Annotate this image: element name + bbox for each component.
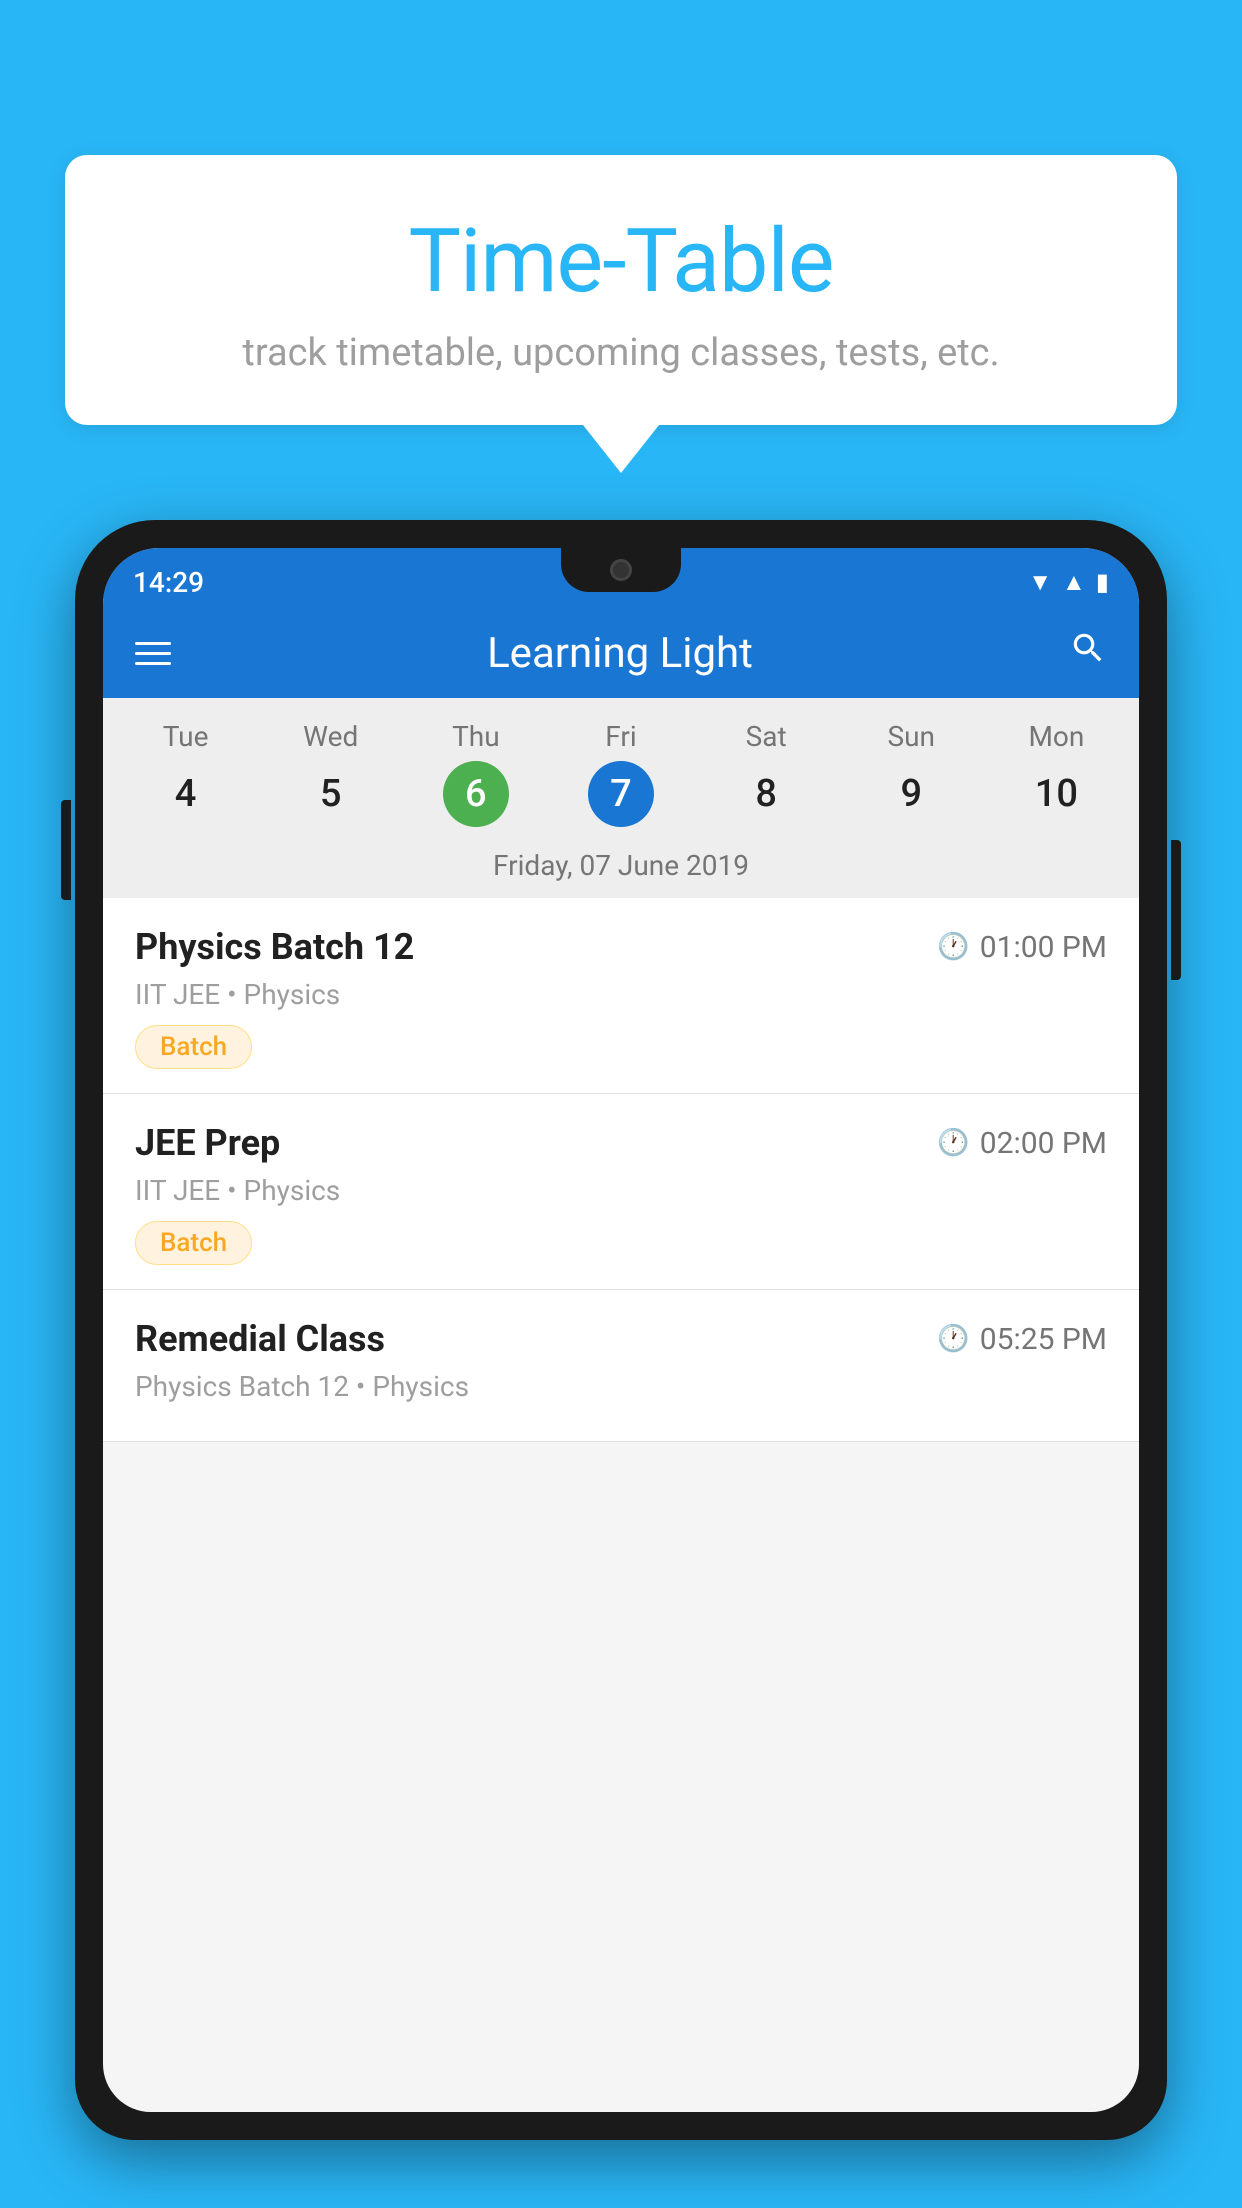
day-number[interactable]: 4 <box>153 761 219 827</box>
batch-badge: Batch <box>135 1025 252 1069</box>
calendar-day-col[interactable]: Mon 10 <box>984 720 1129 827</box>
day-number[interactable]: 8 <box>733 761 799 827</box>
schedule-item-title: JEE Prep <box>135 1122 280 1164</box>
bubble-title: Time-Table <box>125 210 1117 313</box>
day-name: Sun <box>888 720 936 753</box>
schedule-item-header: JEE Prep 🕐 02:00 PM <box>135 1122 1107 1164</box>
schedule-item-title: Physics Batch 12 <box>135 926 414 968</box>
calendar-section: Tue 4 Wed 5 Thu 6 Fri 7 Sat 8 Sun 9 Mon 10 Friday, 07… <box>103 698 1139 898</box>
speech-bubble-card: Time-Table track timetable, upcoming cla… <box>65 155 1177 425</box>
schedule-item-time: 🕐 05:25 PM <box>937 1322 1107 1357</box>
schedule-item-header: Remedial Class 🕐 05:25 PM <box>135 1318 1107 1360</box>
batch-badge: Batch <box>135 1221 252 1265</box>
phone-container: 14:29 ▼ ▲ ▮ Learning Light <box>75 520 1167 2208</box>
selected-date-label: Friday, 07 June 2019 <box>103 837 1139 898</box>
clock-icon: 🕐 <box>937 932 969 962</box>
battery-icon: ▮ <box>1096 568 1109 596</box>
clock-icon: 🕐 <box>937 1128 969 1158</box>
calendar-day-col[interactable]: Tue 4 <box>113 720 258 827</box>
day-number[interactable]: 7 <box>588 761 654 827</box>
schedule-item-subtitle: IIT JEE • Physics <box>135 978 1107 1011</box>
schedule-item-header: Physics Batch 12 🕐 01:00 PM <box>135 926 1107 968</box>
schedule-item[interactable]: Remedial Class 🕐 05:25 PM Physics Batch 12… <box>103 1290 1139 1442</box>
menu-line-3 <box>135 662 171 665</box>
calendar-days-row: Tue 4 Wed 5 Thu 6 Fri 7 Sat 8 Sun 9 Mon 10 <box>103 698 1139 837</box>
calendar-day-col[interactable]: Sat 8 <box>694 720 839 827</box>
day-name: Mon <box>1028 720 1084 753</box>
day-number[interactable]: 5 <box>298 761 364 827</box>
bubble-subtitle: track timetable, upcoming classes, tests… <box>125 331 1117 375</box>
app-header: Learning Light <box>103 608 1139 698</box>
day-name: Wed <box>303 720 358 753</box>
schedule-item-subtitle: IIT JEE • Physics <box>135 1174 1107 1207</box>
schedule-item[interactable]: Physics Batch 12 🕐 01:00 PM IIT JEE • Phys… <box>103 898 1139 1094</box>
schedule-item-subtitle: Physics Batch 12 • Physics <box>135 1370 1107 1403</box>
day-name: Fri <box>605 720 636 753</box>
schedule-item-time: 🕐 01:00 PM <box>937 930 1107 965</box>
speech-bubble-section: Time-Table track timetable, upcoming cla… <box>65 155 1177 473</box>
menu-line-1 <box>135 642 171 645</box>
status-icons: ▼ ▲ ▮ <box>1028 568 1109 597</box>
status-time: 14:29 <box>133 566 204 599</box>
front-camera <box>610 559 632 581</box>
day-name: Tue <box>163 720 209 753</box>
calendar-day-col[interactable]: Fri 7 <box>548 720 693 827</box>
calendar-day-col[interactable]: Wed 5 <box>258 720 403 827</box>
day-number[interactable]: 10 <box>1023 761 1089 827</box>
day-name: Thu <box>452 720 500 753</box>
phone-screen: 14:29 ▼ ▲ ▮ Learning Light <box>103 548 1139 2112</box>
phone-notch <box>561 548 681 592</box>
search-icon[interactable] <box>1069 629 1107 677</box>
phone-frame: 14:29 ▼ ▲ ▮ Learning Light <box>75 520 1167 2140</box>
calendar-day-col[interactable]: Sun 9 <box>839 720 984 827</box>
schedule-list: Physics Batch 12 🕐 01:00 PM IIT JEE • Phys… <box>103 898 1139 1442</box>
schedule-item[interactable]: JEE Prep 🕐 02:00 PM IIT JEE • Physics Batch <box>103 1094 1139 1290</box>
menu-button[interactable] <box>135 642 171 665</box>
schedule-item-title: Remedial Class <box>135 1318 385 1360</box>
bubble-arrow <box>583 425 659 473</box>
app-title: Learning Light <box>487 629 753 678</box>
signal-icon: ▲ <box>1062 568 1086 597</box>
menu-line-2 <box>135 652 171 655</box>
schedule-item-time: 🕐 02:00 PM <box>937 1126 1107 1161</box>
calendar-day-col[interactable]: Thu 6 <box>403 720 548 827</box>
wifi-icon: ▼ <box>1028 568 1052 597</box>
day-number[interactable]: 6 <box>443 761 509 827</box>
day-name: Sat <box>746 720 787 753</box>
day-number[interactable]: 9 <box>878 761 944 827</box>
clock-icon: 🕐 <box>937 1324 969 1354</box>
